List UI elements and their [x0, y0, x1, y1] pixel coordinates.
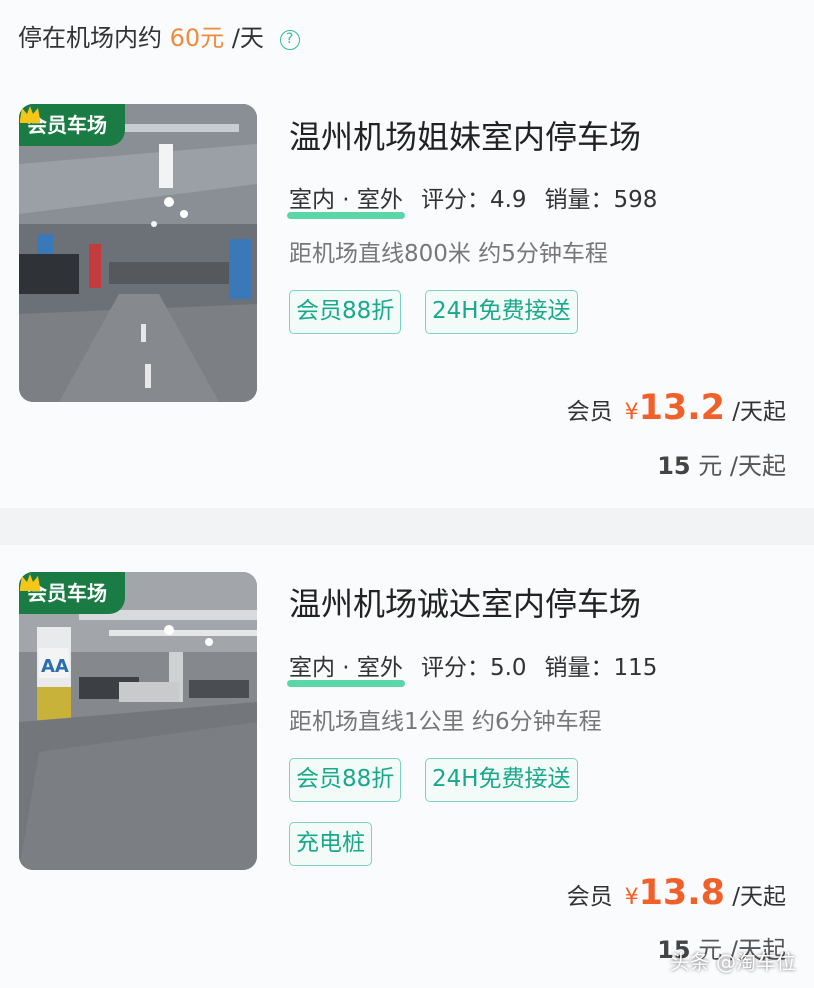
tag-free-shuttle: 24H免费接送	[425, 758, 578, 802]
crown-icon	[20, 574, 40, 591]
member-label: 会员	[566, 884, 613, 910]
sales-count: 销量：115	[544, 655, 658, 681]
currency-symbol: ¥	[624, 885, 639, 910]
tag-free-shuttle: 24H免费接送	[425, 290, 578, 334]
tag-member-discount: 会员88折	[289, 290, 402, 334]
sales-count: 销量：598	[544, 187, 658, 213]
parking-lot-meta: 室内 · 室外 评分：5.0 销量：115	[287, 648, 658, 687]
location-type: 室内 · 室外	[287, 648, 405, 687]
parking-lot-photo: 会员车场	[19, 104, 257, 402]
help-icon[interactable]: ?	[279, 30, 300, 50]
member-lot-badge: 会员车场	[19, 104, 125, 146]
price-unit: /天起	[732, 399, 786, 425]
member-price: 13.2	[638, 388, 725, 428]
tag-charging-pile: 充电桩	[289, 822, 372, 866]
parking-lot-title[interactable]: 温州机场姐妹室内停车场	[289, 112, 641, 158]
rating: 评分：4.9	[420, 187, 527, 213]
svg-text:AA: AA	[41, 656, 69, 677]
member-price-row: 会员 ¥13.8 /天起	[567, 873, 786, 913]
member-price: 13.8	[638, 873, 725, 913]
member-price-row: 会员 ¥13.2 /天起	[567, 388, 786, 428]
parking-lot-card[interactable]: AA 会员车场 温州机场诚达室内停车场 室内 · 室外 评分：5.0 销量：115 …	[0, 545, 814, 988]
base-price: 15	[657, 452, 691, 480]
watermark: 头条 @淘车位	[669, 950, 796, 974]
price-unit: /天起	[732, 884, 786, 910]
airport-parking-reference: 停在机场内约 60元 /天 ?	[18, 18, 300, 53]
member-label: 会员	[566, 399, 613, 425]
location-type: 室内 · 室外	[287, 180, 405, 219]
crown-icon	[20, 106, 40, 123]
reference-prefix: 停在机场内约	[18, 24, 162, 52]
parking-lot-meta: 室内 · 室外 评分：4.9 销量：598	[287, 180, 658, 219]
member-lot-badge: 会员车场	[19, 572, 125, 614]
top-bar: 停在机场内约 60元 /天 ?	[0, 0, 814, 78]
reference-suffix: /天	[231, 24, 264, 52]
reference-price: 60元	[169, 24, 225, 52]
base-price-unit: 元 /天起	[698, 452, 786, 480]
rating: 评分：5.0	[420, 655, 527, 681]
parking-lot-title[interactable]: 温州机场诚达室内停车场	[289, 579, 641, 625]
tag-member-discount: 会员88折	[289, 758, 402, 802]
base-price-row: 15 元 /天起	[657, 446, 786, 481]
parking-lot-card[interactable]: 会员车场 温州机场姐妹室内停车场 室内 · 室外 评分：4.9 销量：598 距机场…	[0, 78, 814, 508]
distance-info: 距机场直线1公里 约6分钟车程	[289, 709, 602, 735]
currency-symbol: ¥	[624, 400, 639, 425]
distance-info: 距机场直线800米 约5分钟车程	[289, 241, 608, 267]
parking-lot-photo: AA 会员车场	[19, 572, 257, 870]
